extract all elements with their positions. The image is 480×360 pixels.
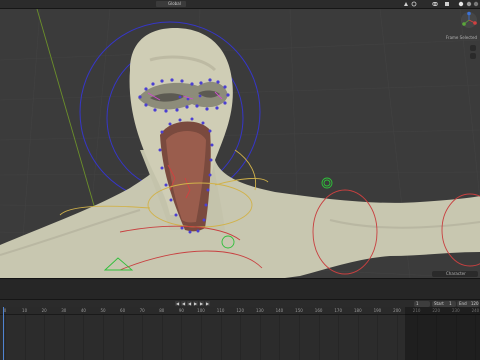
proportional-edit-icon[interactable] bbox=[411, 1, 417, 7]
ruler-tick-label: 140 bbox=[275, 308, 284, 313]
timeline-empty-area bbox=[0, 278, 480, 300]
end-frame-label: End bbox=[459, 301, 467, 306]
track-grid-line bbox=[83, 315, 85, 360]
shading-rendered-icon[interactable] bbox=[473, 1, 479, 7]
ruler-tick-label: 160 bbox=[314, 308, 323, 313]
snap-icon[interactable] bbox=[403, 1, 409, 7]
track-grid-line bbox=[122, 315, 124, 360]
playhead[interactable] bbox=[3, 307, 4, 360]
shading-solid-icon[interactable] bbox=[458, 1, 464, 7]
track-grid-line bbox=[161, 315, 163, 360]
track-grid-line bbox=[279, 315, 281, 360]
track-grid-line bbox=[357, 315, 359, 360]
track-grid-line bbox=[181, 315, 183, 360]
track-grid-line bbox=[24, 315, 26, 360]
jump-end-icon[interactable]: ▶ bbox=[205, 301, 210, 306]
prev-keyframe-icon[interactable]: ◀ bbox=[181, 301, 186, 306]
ruler-tick-label: 90 bbox=[178, 308, 184, 313]
ruler-tick-label: 150 bbox=[295, 308, 303, 313]
viewport-side-button-1[interactable] bbox=[470, 45, 476, 51]
viewport-collection-label: Frame Selected bbox=[445, 35, 477, 40]
track-grid-line bbox=[397, 315, 398, 360]
play-reverse-icon[interactable]: ◀ bbox=[187, 301, 192, 306]
track-grid-line bbox=[240, 315, 242, 360]
ruler-tick-label: 130 bbox=[255, 308, 264, 313]
scene-canvas[interactable] bbox=[0, 9, 480, 278]
track-grid-line bbox=[201, 315, 202, 360]
play-icon[interactable]: ▶ bbox=[193, 301, 198, 306]
ruler-tick-label: 180 bbox=[353, 308, 362, 313]
track-grid-line bbox=[299, 315, 300, 360]
track-grid-line bbox=[63, 315, 65, 360]
start-frame-label: Start bbox=[434, 301, 444, 306]
track-grid-line bbox=[338, 315, 340, 360]
frame-range-out-region bbox=[405, 307, 480, 360]
ruler-tick-label: 10 bbox=[22, 308, 28, 313]
ruler-tick-label: 0 bbox=[3, 308, 7, 313]
ruler-tick-label: 80 bbox=[159, 308, 165, 313]
transform-orientation-label: Global bbox=[168, 1, 181, 6]
jump-start-icon[interactable]: ◀ bbox=[175, 301, 180, 306]
track-grid-line bbox=[259, 315, 261, 360]
ruler-tick-label: 120 bbox=[236, 308, 245, 313]
track-grid-line bbox=[142, 315, 144, 360]
ruler-tick-label: 100 bbox=[197, 308, 205, 313]
track-grid-line bbox=[5, 315, 6, 360]
ruler-tick-label: 110 bbox=[216, 308, 225, 313]
ruler-tick-label: 50 bbox=[100, 308, 106, 313]
3d-viewport[interactable]: Frame Selected Character bbox=[0, 9, 480, 278]
track-grid-line bbox=[44, 315, 46, 360]
next-keyframe-icon[interactable]: ▶ bbox=[199, 301, 204, 306]
start-frame-value: 1 bbox=[449, 301, 452, 306]
navigation-gizmo[interactable] bbox=[460, 11, 478, 29]
blender-window: Global Frame Selected Character ◀ ◀ ◀ ▶ … bbox=[0, 0, 480, 360]
track-grid-line bbox=[318, 315, 320, 360]
ruler-tick-label: 20 bbox=[41, 308, 47, 313]
viewport-side-button-2[interactable] bbox=[470, 53, 476, 59]
current-frame-value: 1 bbox=[416, 301, 419, 306]
ruler-tick-label: 40 bbox=[80, 308, 86, 313]
end-frame-value: 120 bbox=[470, 301, 479, 306]
ruler-tick-label: 70 bbox=[139, 308, 145, 313]
ruler-tick-label: 200 bbox=[393, 308, 401, 313]
ruler-tick-label: 190 bbox=[373, 308, 382, 313]
track-grid-line bbox=[103, 315, 104, 360]
viewport-footer-label: Character bbox=[446, 271, 466, 276]
track-grid-line bbox=[377, 315, 379, 360]
ruler-tick-label: 30 bbox=[61, 308, 67, 313]
ruler-tick-label: 60 bbox=[120, 308, 126, 313]
shading-material-icon[interactable] bbox=[466, 1, 472, 7]
track-grid-line bbox=[220, 315, 222, 360]
xray-icon[interactable] bbox=[444, 1, 450, 7]
viewport-header: Global bbox=[0, 0, 480, 9]
ruler-tick-label: 170 bbox=[334, 308, 343, 313]
overlays-icon[interactable] bbox=[432, 1, 438, 7]
